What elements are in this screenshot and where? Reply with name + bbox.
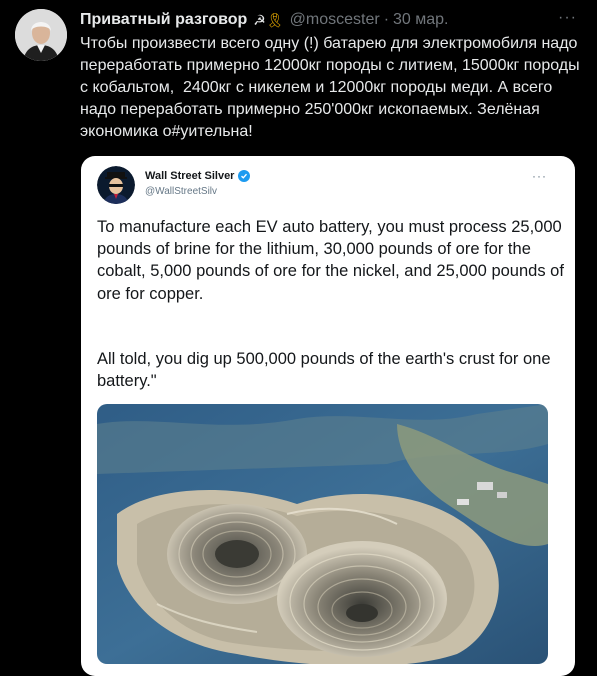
quoted-text-paragraph-1: To manufacture each EV auto battery, you… [97, 218, 569, 303]
quoted-author-name: Wall Street Silver [145, 170, 251, 182]
tweet: Приватный разговор ☭🎗 @moscester · 30 ма… [0, 0, 597, 676]
author-name[interactable]: Приватный разговор [80, 11, 247, 29]
tweet-header: Приватный разговор ☭🎗 @moscester · 30 ма… [80, 9, 577, 31]
author-avatar[interactable] [15, 9, 67, 61]
more-options-icon[interactable]: ··· [558, 9, 577, 27]
ribbon-icon: 🎗 [265, 11, 284, 28]
separator-dot: · [383, 11, 390, 28]
tweet-text: Чтобы произвести всего одну (!) батарею … [80, 35, 585, 140]
quoted-author-name-text: Wall Street Silver [145, 170, 235, 182]
author-emojis: ☭🎗 [253, 12, 283, 29]
attached-image[interactable]: Wall Street Silver @WallStreetSilv ··· T… [81, 156, 575, 676]
quoted-more-icon: ··· [532, 169, 547, 183]
quoted-author-handle: @WallStreetSilv [145, 186, 218, 197]
hammer-sickle-icon: ☭ [253, 11, 266, 28]
verified-badge-icon [238, 170, 251, 182]
quoted-text-paragraph-2: All told, you dig up 500,000 pounds of t… [97, 350, 556, 391]
quoted-author-avatar [97, 166, 135, 204]
author-handle[interactable]: @moscester [290, 11, 380, 29]
open-pit-mine-photo [97, 404, 548, 664]
tweet-date[interactable]: 30 мар. [393, 11, 448, 29]
